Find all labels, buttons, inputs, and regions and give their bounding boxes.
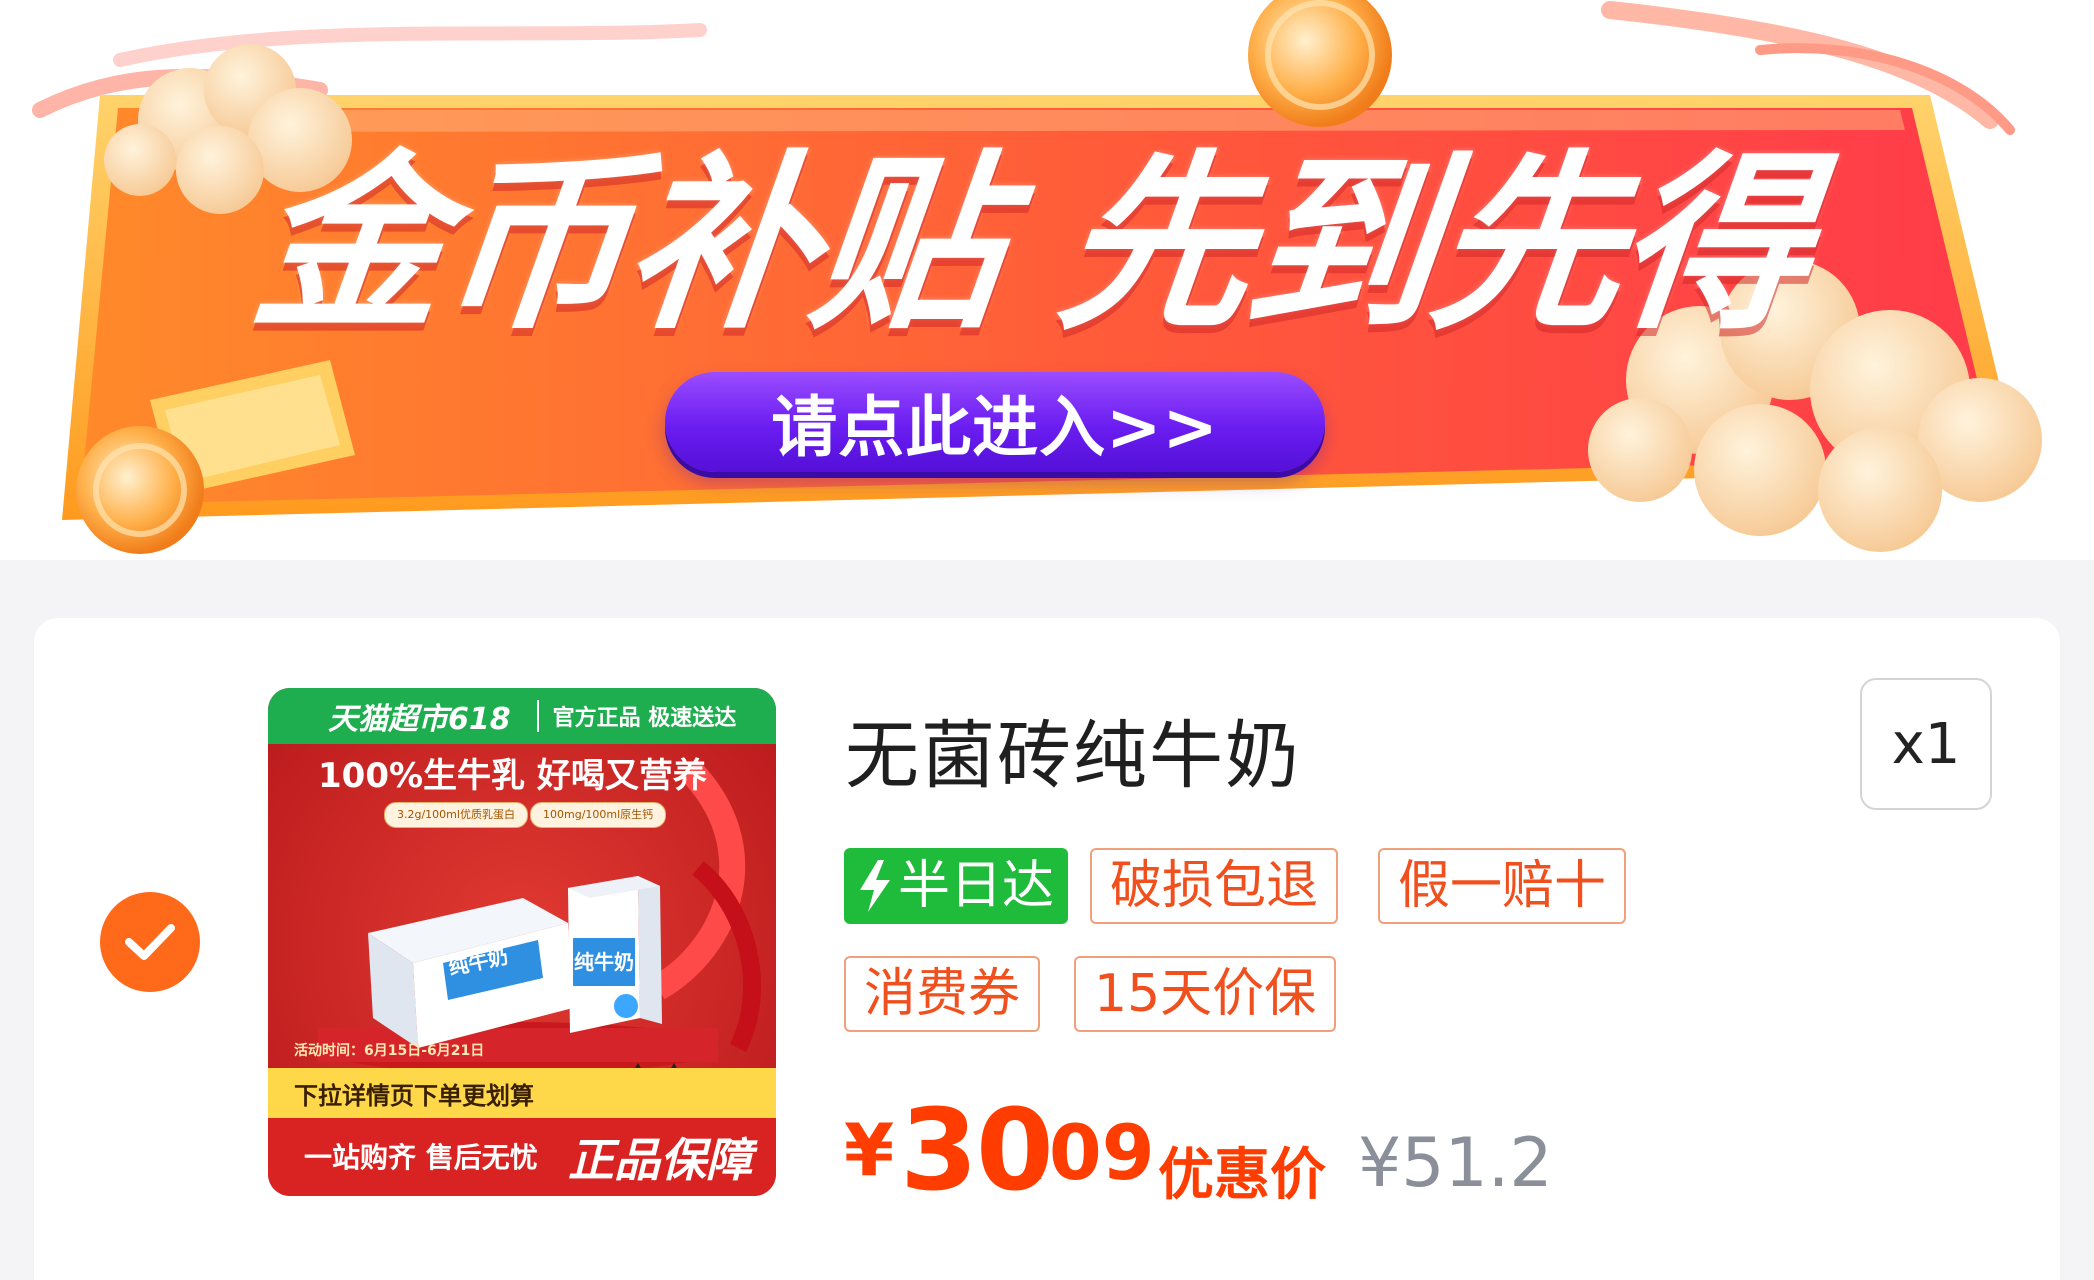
price-decimal: .09 (1020, 1108, 1155, 1197)
service-badge: 消费券 (844, 956, 1041, 1032)
image-box-label: 纯牛奶 (574, 950, 634, 974)
original-price: ¥51.2 (1358, 1124, 1553, 1203)
enter-button[interactable]: 请点此进入>> (665, 372, 1325, 472)
product-title[interactable]: 无菌砖纯牛奶 (845, 696, 1301, 803)
banner-title: 金币补贴 先到先得 (243, 134, 1817, 355)
image-slogan-text: 官方正品 极速送达 (536, 700, 736, 732)
price-currency-symbol: ¥ (844, 1108, 895, 1192)
check-icon (125, 924, 175, 960)
image-event-date: 活动时间：6月15日-6月21日 (294, 1043, 485, 1059)
quantity-value: x1 (1891, 711, 1961, 777)
product-image[interactable]: 天猫超市618 官方正品 极速送达 100%生牛乳 好喝又营养 3.2g/100… (268, 688, 776, 1196)
service-badge: 破损包退 (1090, 848, 1339, 924)
image-bottom-right-text: 正品保障 (568, 1133, 752, 1187)
promo-banner[interactable]: 金币补贴 先到先得 请点此进入>> (0, 0, 2094, 600)
service-badge: 假一赔十 (1378, 848, 1627, 924)
price-label: 优惠价 (1158, 1143, 1326, 1208)
enter-button-label: 请点此进入>> (771, 389, 1219, 466)
image-bottom-bar: 一站购齐 售后无忧 正品保障 (268, 1118, 776, 1196)
quantity-selector[interactable]: x1 (1860, 678, 1992, 810)
image-strip-text: 下拉详情页下单更划算 (294, 1081, 534, 1110)
service-badge: 15天价保 (1074, 956, 1337, 1032)
image-strip: 下拉详情页下单更划算 (268, 1068, 776, 1118)
delivery-badge: 半日达 (844, 848, 1068, 924)
image-bottom-left-text: 一站购齐 售后无忧 (304, 1141, 538, 1174)
item-select-checkbox[interactable] (100, 892, 200, 992)
delivery-badge-label: 半日达 (898, 856, 1055, 916)
image-top-bar: 天猫超市618 官方正品 极速送达 (268, 688, 776, 744)
image-headline: 100%生牛乳 好喝又营养 (318, 756, 707, 796)
image-spec-tag: 3.2g/100ml优质乳蛋白 (384, 802, 528, 828)
image-spec-tag: 100mg/100ml原生钙 (530, 802, 667, 828)
image-brand-text: 天猫超市618 (328, 702, 511, 737)
lightning-icon (860, 860, 890, 912)
